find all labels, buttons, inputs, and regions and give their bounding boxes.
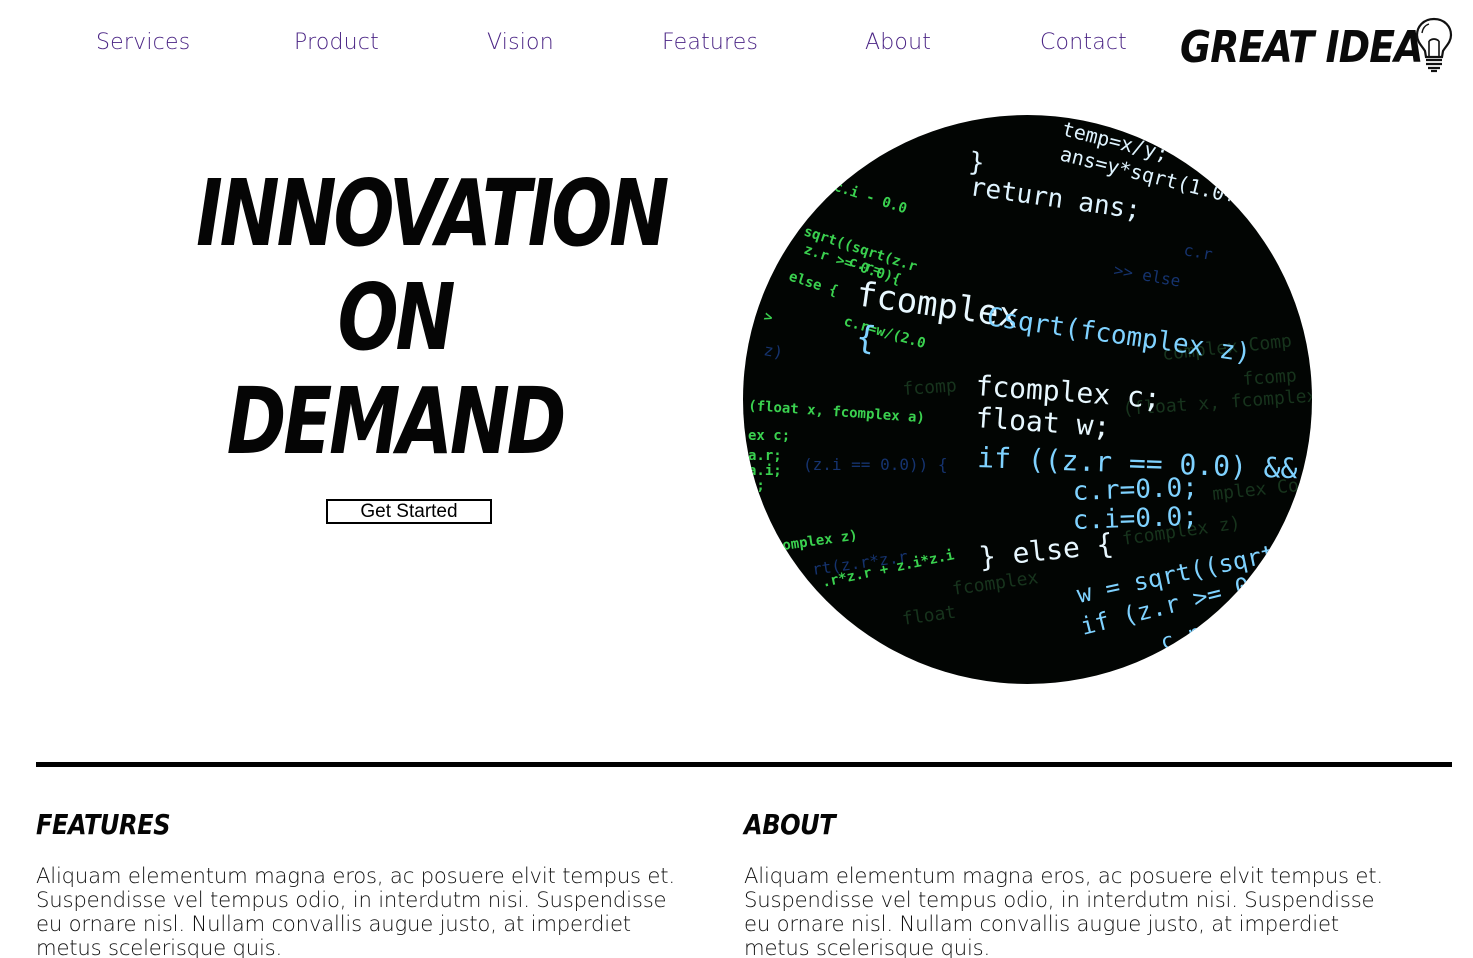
- section-divider: [36, 762, 1452, 767]
- lightbulb-icon: [1415, 17, 1453, 73]
- svg-text:c.i - 0.0: c.i - 0.0: [832, 179, 909, 218]
- svg-text:c.r: c.r: [1158, 621, 1203, 656]
- svg-text:>: >: [762, 309, 775, 327]
- svg-text:else {: else {: [787, 269, 840, 300]
- svg-text:c;: c;: [748, 478, 765, 494]
- nav-link-vision[interactable]: Vision: [487, 30, 554, 55]
- code-screen-image: fcomp (float x, fcomplex complex Comp fc…: [743, 115, 1312, 684]
- svg-text:a.r;: a.r;: [748, 448, 782, 464]
- brand-logo[interactable]: GREAT IDEA: [1180, 16, 1460, 78]
- page: Services Product Vision Features About C…: [0, 0, 1473, 958]
- svg-text:z): z): [762, 340, 784, 362]
- nav-link-services[interactable]: Services: [96, 30, 190, 55]
- hero-title-line-1: INNOVATION: [196, 160, 669, 267]
- svg-text:c.r: c.r: [1182, 240, 1214, 264]
- svg-text:fcomp: fcomp: [902, 375, 958, 400]
- nav-link-about[interactable]: About: [865, 30, 931, 55]
- hero-title: INNOVATION ON DEMAND: [140, 160, 669, 475]
- svg-text:(z.i == 0.0)) {: (z.i == 0.0)) {: [803, 455, 948, 474]
- svg-text:a.i;: a.i;: [748, 463, 782, 479]
- features-text: Aliquam elementum magna eros, ac posuere…: [36, 863, 675, 958]
- svg-text:return ans;: return ans;: [968, 172, 1143, 226]
- nav-link-product[interactable]: Product: [294, 30, 379, 55]
- nav-link-features[interactable]: Features: [662, 30, 758, 55]
- svg-text:fcomp: fcomp: [1242, 365, 1298, 390]
- logo-text: GREAT IDEA: [1180, 22, 1424, 73]
- get-started-button[interactable]: Get Started: [326, 499, 492, 524]
- svg-text:>> else: >> else: [1112, 260, 1182, 290]
- svg-text:} else {: } else {: [977, 527, 1115, 574]
- code-screen-svg: fcomp (float x, fcomplex complex Comp fc…: [748, 117, 1312, 656]
- svg-text:float: float: [901, 602, 958, 630]
- svg-text:omplex z): omplex z): [781, 528, 858, 554]
- svg-text:Csqrt(fcomplex z): Csqrt(fcomplex z): [985, 302, 1253, 369]
- svg-text:{: {: [854, 317, 878, 357]
- hero-title-line-3: DEMAND: [226, 368, 567, 475]
- about-heading: ABOUT: [744, 808, 836, 841]
- about-text: Aliquam elementum magna eros, ac posuere…: [744, 863, 1383, 958]
- svg-text:ans=y*sqrt(1.0+temp*temp: ans=y*sqrt(1.0+temp*temp: [1058, 142, 1312, 235]
- svg-text:(float x, fcomplex a): (float x, fcomplex a): [748, 398, 926, 426]
- features-heading: FEATURES: [36, 808, 171, 841]
- nav-link-contact[interactable]: Contact: [1040, 30, 1127, 55]
- hero-title-line-2: ON: [337, 264, 456, 371]
- svg-text:ex c;: ex c;: [748, 428, 790, 444]
